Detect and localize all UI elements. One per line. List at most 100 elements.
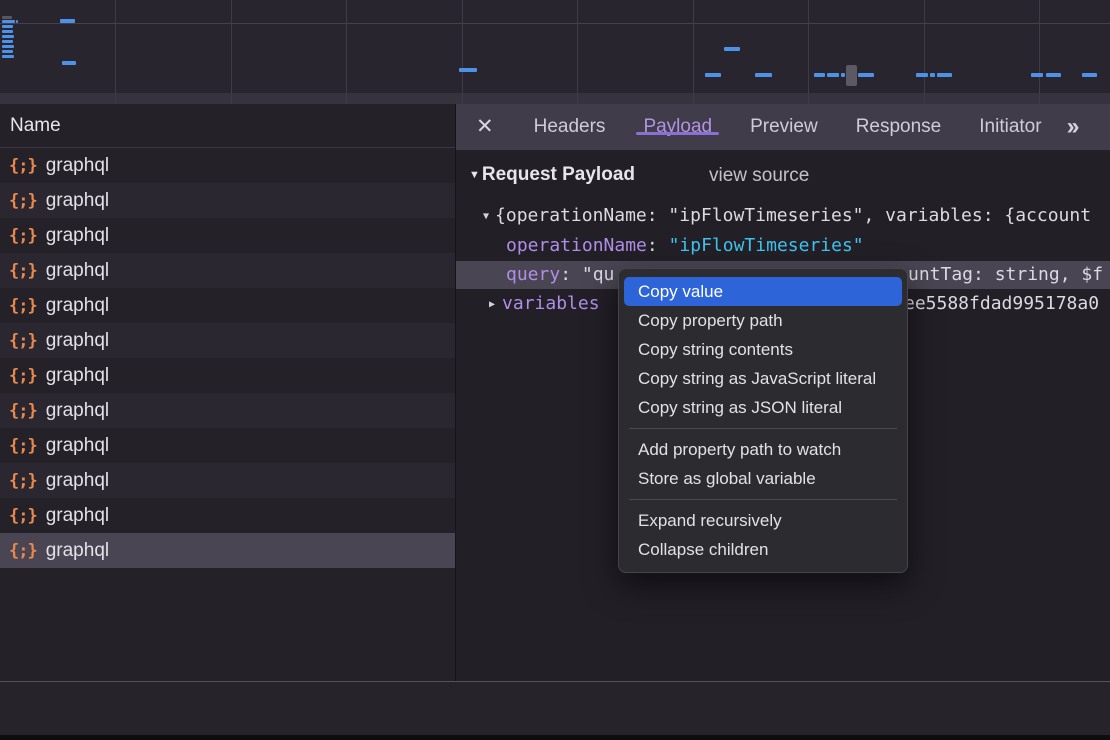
waterfall-bar	[930, 73, 935, 77]
waterfall-bar	[724, 47, 740, 51]
waterfall-bar	[2, 55, 14, 58]
context-menu: Copy valueCopy property pathCopy string …	[618, 268, 908, 573]
close-icon[interactable]: ✕	[476, 104, 494, 150]
waterfall-bar	[827, 73, 839, 77]
request-name-label: graphql	[46, 470, 109, 492]
property-key: variables	[502, 293, 600, 314]
request-row-graphql[interactable]: {;}graphql	[0, 183, 455, 218]
menu-divider	[629, 499, 897, 500]
overview-gridline-vertical	[924, 0, 925, 104]
overview-gridline-horizontal	[0, 23, 1110, 24]
menu-item-store-as-global-variable[interactable]: Store as global variable	[619, 464, 907, 493]
overview-hover-marker	[846, 65, 857, 86]
request-name-label: graphql	[46, 365, 109, 387]
overview-gridline-vertical	[1039, 0, 1040, 104]
name-column-header[interactable]: Name	[0, 104, 455, 148]
menu-item-copy-string-as-json-literal[interactable]: Copy string as JSON literal	[619, 393, 907, 422]
json-braces-icon: {;}	[9, 156, 37, 176]
waterfall-bar	[459, 68, 477, 72]
section-expanded-triangle-icon: ▼	[469, 169, 480, 181]
menu-item-copy-value[interactable]: Copy value	[624, 277, 902, 306]
key-colon: :	[647, 235, 669, 256]
waterfall-bar	[1082, 73, 1097, 77]
variables-collapsed-triangle-icon[interactable]: ▶	[489, 291, 495, 318]
detail-tab-bar: ✕ HeadersPayloadPreviewResponseInitiator…	[456, 104, 1110, 150]
waterfall-bar	[1046, 73, 1061, 77]
request-list-panel: Name {;} graphql {;} graphql {;} graphql {;} gr…	[0, 104, 455, 735]
request-row-graphql[interactable]: {;}graphql	[0, 393, 455, 428]
network-overview-timeline[interactable]	[0, 0, 1110, 104]
request-row-graphql[interactable]: {;} graphql	[0, 288, 455, 323]
json-braces-icon: {;}	[9, 261, 37, 281]
request-name-label: graphql	[46, 155, 109, 177]
overview-gridline-vertical	[115, 0, 116, 104]
menu-item-copy-property-path[interactable]: Copy property path	[619, 306, 907, 335]
json-braces-icon: {;}	[9, 541, 37, 561]
payload-row-operation-name[interactable]: operationName: "ipFlowTimeseries"	[456, 232, 1110, 260]
waterfall-bar	[916, 73, 928, 77]
detail-tabs: HeadersPayloadPreviewResponseInitiator	[515, 104, 1061, 150]
tab-response[interactable]: Response	[837, 116, 961, 137]
request-row-graphql[interactable]: {;} graphql	[0, 148, 455, 183]
tab-headers[interactable]: Headers	[515, 116, 625, 137]
tab-payload[interactable]: Payload	[624, 116, 731, 137]
request-row-graphql[interactable]: {;} graphql	[0, 253, 455, 288]
menu-item-expand-recursively[interactable]: Expand recursively	[619, 506, 907, 535]
json-braces-icon: {;}	[9, 191, 37, 211]
variables-preview-right-fragment: ee5588fdad995178a0	[904, 290, 1099, 318]
request-name-label: graphql	[46, 295, 109, 317]
waterfall-bar	[2, 20, 15, 23]
menu-item-add-property-path-to-watch[interactable]: Add property path to watch	[619, 435, 907, 464]
root-expanded-triangle-icon[interactable]: ▼	[483, 203, 489, 230]
request-name-label: graphql	[46, 260, 109, 282]
request-row-graphql[interactable]: {;}graphql	[0, 323, 455, 358]
tab-preview[interactable]: Preview	[731, 116, 837, 137]
overview-gridline-vertical	[693, 0, 694, 104]
overview-gridline-vertical	[462, 0, 463, 104]
waterfall-bar	[1031, 73, 1043, 77]
property-key: operationName	[506, 235, 647, 256]
waterfall-bar	[937, 73, 952, 77]
waterfall-bar	[60, 19, 75, 23]
waterfall-bar	[2, 50, 13, 53]
request-row-graphql[interactable]: {;} graphql	[0, 463, 455, 498]
tab-initiator[interactable]: Initiator	[960, 116, 1060, 137]
menu-item-collapse-children[interactable]: Collapse children	[619, 535, 907, 564]
more-tabs-chevron-icon[interactable]: ››	[1067, 113, 1077, 141]
overview-gridline-vertical	[231, 0, 232, 104]
waterfall-bar	[62, 61, 76, 65]
request-row-graphql[interactable]: {;} graphql	[0, 533, 455, 568]
request-payload-section-header[interactable]: ▼Request Payload	[469, 164, 635, 186]
request-row-graphql[interactable]: {;} graphql	[0, 218, 455, 253]
json-braces-icon: {;}	[9, 226, 37, 246]
waterfall-bar	[2, 16, 12, 19]
waterfall-bar	[2, 45, 14, 48]
menu-item-copy-string-as-javascript-literal[interactable]: Copy string as JavaScript literal	[619, 364, 907, 393]
property-value-left-fragment: : "qu	[560, 264, 614, 285]
menu-item-copy-string-contents[interactable]: Copy string contents	[619, 335, 907, 364]
request-row-graphql[interactable]: {;} graphql	[0, 358, 455, 393]
json-braces-icon: {;}	[9, 471, 37, 491]
request-name-label: graphql	[46, 330, 109, 352]
property-key: query	[506, 264, 560, 285]
json-braces-icon: {;}	[9, 366, 37, 386]
payload-root-preview-line[interactable]: ▼{operationName: "ipFlowTimeseries", var…	[456, 202, 1110, 230]
waterfall-bar	[2, 35, 14, 38]
request-name-label: graphql	[46, 435, 109, 457]
waterfall-bar	[16, 20, 18, 23]
request-name-label: graphql	[46, 505, 109, 527]
waterfall-bar	[2, 25, 13, 28]
request-row-graphql[interactable]: {;} graphql	[0, 428, 455, 463]
request-name-label: graphql	[46, 540, 109, 562]
waterfall-bar	[841, 73, 845, 77]
view-source-link[interactable]: view source	[709, 165, 809, 187]
request-name-label: graphql	[46, 400, 109, 422]
request-name-label: graphql	[46, 225, 109, 247]
request-row-graphql[interactable]: {;}graphql	[0, 498, 455, 533]
overview-gridline-vertical	[346, 0, 347, 104]
waterfall-bar	[705, 73, 721, 77]
overview-selection-band	[0, 93, 1110, 104]
json-braces-icon: {;}	[9, 436, 37, 456]
json-braces-icon: {;}	[9, 296, 37, 316]
waterfall-bar	[2, 30, 13, 33]
